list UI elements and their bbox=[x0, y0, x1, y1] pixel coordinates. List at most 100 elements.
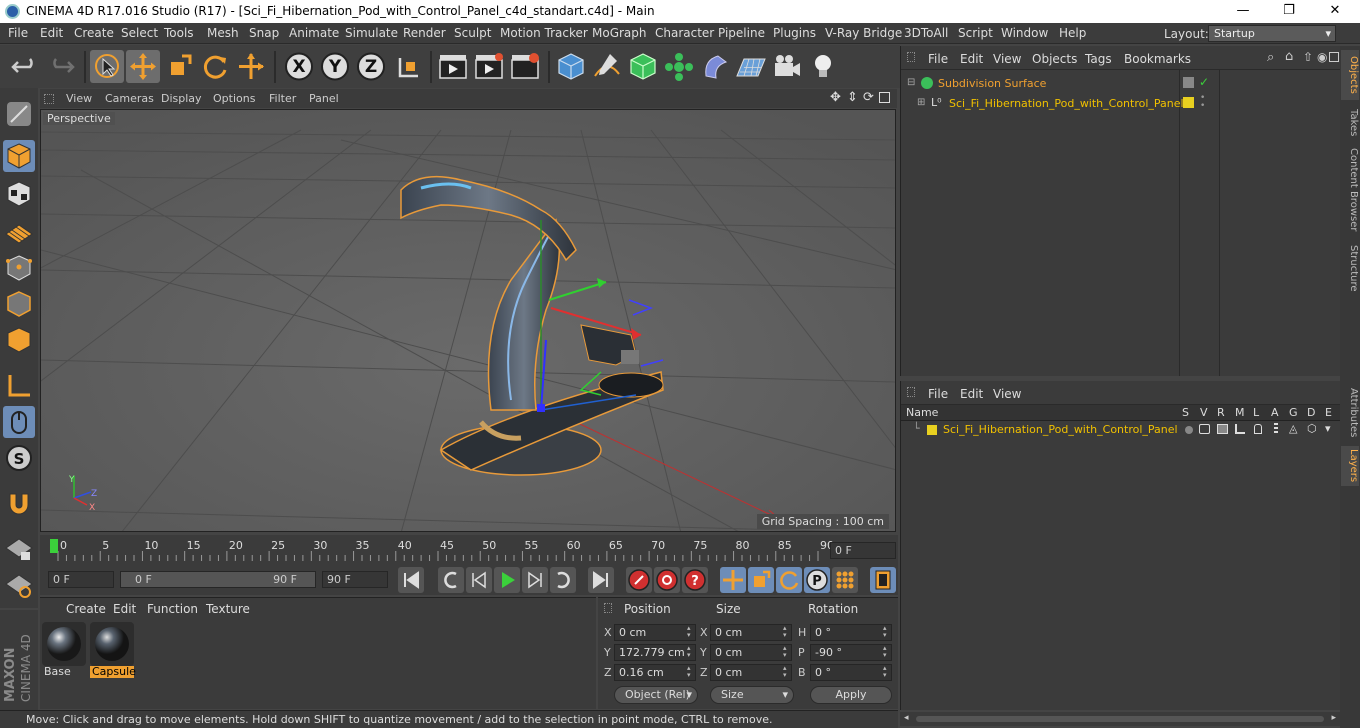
menu-render[interactable]: Render bbox=[403, 26, 446, 40]
snap-button[interactable] bbox=[3, 488, 35, 520]
rotate-tool-button[interactable] bbox=[198, 50, 232, 83]
menu-window[interactable]: Window bbox=[1001, 26, 1048, 40]
position-z-field[interactable]: 0.16 cm bbox=[614, 664, 696, 681]
pen-spline-button[interactable] bbox=[590, 50, 624, 83]
timeline-layout-button[interactable] bbox=[870, 567, 896, 593]
objects-menu-edit[interactable]: Edit bbox=[960, 52, 983, 66]
menu-file[interactable]: File bbox=[8, 26, 28, 40]
objects-menu-file[interactable]: File bbox=[928, 52, 948, 66]
column-manager[interactable]: M bbox=[1235, 406, 1245, 419]
timeline-playhead[interactable] bbox=[50, 539, 58, 553]
solo-dot-icon[interactable] bbox=[1185, 426, 1193, 434]
viewport-zoom-icon[interactable]: ⇕ bbox=[847, 90, 858, 105]
floor-button[interactable] bbox=[734, 50, 768, 83]
column-render[interactable]: R bbox=[1217, 406, 1225, 419]
visibility-dots-icon[interactable]: • • bbox=[1200, 94, 1205, 111]
record-pla-button[interactable] bbox=[832, 567, 858, 593]
timeline-ruler[interactable]: 0 5 10 15 20 25 30 35 40 45 50 55 60 65 70 75 80 85 90 0 F bbox=[40, 535, 898, 565]
z-axis-lock-button[interactable]: Z bbox=[354, 50, 388, 83]
menu-plugins[interactable]: Plugins bbox=[773, 26, 816, 40]
objects-menu-view[interactable]: View bbox=[993, 52, 1021, 66]
record-position-button[interactable] bbox=[720, 567, 746, 593]
material-menu-edit[interactable]: Edit bbox=[113, 602, 136, 616]
menu-sculpt[interactable]: Sculpt bbox=[454, 26, 491, 40]
column-locked[interactable]: L bbox=[1253, 406, 1259, 419]
render-picture-viewer-button[interactable] bbox=[472, 50, 506, 83]
rotation-p-field[interactable]: -90 ° bbox=[810, 644, 892, 661]
perspective-viewport[interactable]: Y Z X Perspective Grid Spacing : 100 cm bbox=[40, 109, 896, 532]
expression-icon[interactable]: ▾ bbox=[1325, 422, 1331, 435]
model-mode-button[interactable] bbox=[3, 140, 35, 172]
position-y-field[interactable]: 172.779 cm bbox=[614, 644, 696, 661]
light-button[interactable] bbox=[806, 50, 840, 83]
objects-menu-bookmarks[interactable]: Bookmarks bbox=[1124, 52, 1191, 66]
previous-frame-button[interactable] bbox=[466, 567, 492, 593]
up-arrow-icon[interactable]: ⇧ bbox=[1303, 50, 1313, 64]
horizontal-scrollbar[interactable]: ◂ ▸ bbox=[900, 712, 1340, 726]
next-frame-button[interactable] bbox=[522, 567, 548, 593]
layer-color-icon[interactable] bbox=[1183, 97, 1194, 108]
render-clapboard-icon[interactable] bbox=[1217, 424, 1228, 434]
viewport-menu-view[interactable]: View bbox=[66, 92, 92, 105]
manager-icon[interactable] bbox=[1235, 424, 1245, 434]
layer-row[interactable]: └ Sci_Fi_Hibernation_Pod_with_Control_Pa… bbox=[901, 421, 1341, 441]
scroll-right-icon[interactable]: ▸ bbox=[1331, 713, 1336, 723]
size-y-field[interactable]: 0 cm bbox=[710, 644, 792, 661]
tab-layers[interactable]: Layers bbox=[1341, 446, 1359, 486]
points-mode-button[interactable] bbox=[3, 252, 35, 284]
live-selection-button[interactable] bbox=[90, 50, 124, 83]
locked-workplane-button[interactable] bbox=[3, 568, 35, 600]
scroll-left-icon[interactable]: ◂ bbox=[904, 713, 909, 723]
y-axis-lock-button[interactable]: Y bbox=[318, 50, 352, 83]
play-button[interactable] bbox=[494, 567, 520, 593]
deformer-button[interactable] bbox=[698, 50, 732, 83]
lock-icon[interactable] bbox=[1254, 424, 1262, 434]
viewport-menu-filter[interactable]: Filter bbox=[269, 92, 296, 105]
column-deformers[interactable]: D bbox=[1307, 406, 1315, 419]
subdivision-surface-button[interactable] bbox=[626, 50, 660, 83]
layer-toggle-icon[interactable] bbox=[1183, 77, 1194, 88]
menu-simulate[interactable]: Simulate bbox=[345, 26, 398, 40]
redo-button[interactable] bbox=[44, 50, 78, 83]
move-tool-button[interactable] bbox=[126, 50, 160, 83]
material-swatch-capsule[interactable]: Capsule bbox=[90, 622, 136, 678]
column-expressions[interactable]: E bbox=[1325, 406, 1332, 419]
menu-select[interactable]: Select bbox=[121, 26, 158, 40]
keyframe-selection-button[interactable]: ? bbox=[682, 567, 708, 593]
visibility-eye-icon[interactable] bbox=[1199, 424, 1210, 434]
scroll-thumb[interactable] bbox=[916, 716, 1324, 722]
start-frame-field[interactable]: 0 F bbox=[48, 571, 114, 588]
record-rotation-button[interactable] bbox=[776, 567, 802, 593]
collapse-icon[interactable]: ⊟ bbox=[907, 77, 915, 88]
cloner-button[interactable] bbox=[662, 50, 696, 83]
material-menu-texture[interactable]: Texture bbox=[206, 602, 250, 616]
coordinate-mode-dropdown[interactable]: Object (Rel) ▾ bbox=[614, 686, 698, 704]
menu-animate[interactable]: Animate bbox=[289, 26, 339, 40]
column-name[interactable]: Name bbox=[906, 406, 938, 419]
make-editable-button[interactable] bbox=[3, 98, 35, 130]
render-settings-button[interactable] bbox=[508, 50, 542, 83]
menu-pipeline[interactable]: Pipeline bbox=[718, 26, 765, 40]
layers-menu-view[interactable]: View bbox=[993, 387, 1021, 401]
coordinate-system-button[interactable] bbox=[392, 50, 426, 83]
expand-icon[interactable]: ⊞ bbox=[917, 97, 925, 108]
tab-attributes[interactable]: Attributes bbox=[1341, 384, 1359, 442]
viewport-menu-panel[interactable]: Panel bbox=[309, 92, 339, 105]
edges-mode-button[interactable] bbox=[3, 288, 35, 320]
size-x-field[interactable]: 0 cm bbox=[710, 624, 792, 641]
texture-mode-button[interactable] bbox=[3, 178, 35, 210]
menu-tools[interactable]: Tools bbox=[164, 26, 194, 40]
end-frame-field[interactable]: 90 F bbox=[322, 571, 388, 588]
current-frame-field[interactable]: 0 F bbox=[830, 542, 896, 559]
menu-snap[interactable]: Snap bbox=[249, 26, 279, 40]
camera-button[interactable] bbox=[770, 50, 804, 83]
workplane-mode-button[interactable] bbox=[3, 216, 35, 248]
close-button[interactable]: ✕ bbox=[1312, 0, 1358, 23]
size-mode-dropdown[interactable]: Size ▾ bbox=[710, 686, 794, 704]
deformer-icon[interactable]: ⬡ bbox=[1307, 422, 1317, 435]
frame-range-slider[interactable]: 0 F 90 F bbox=[120, 571, 316, 588]
material-menu-function[interactable]: Function bbox=[147, 602, 198, 616]
menu-create[interactable]: Create bbox=[74, 26, 114, 40]
objects-menu-tags[interactable]: Tags bbox=[1085, 52, 1112, 66]
menu-character[interactable]: Character bbox=[655, 26, 714, 40]
